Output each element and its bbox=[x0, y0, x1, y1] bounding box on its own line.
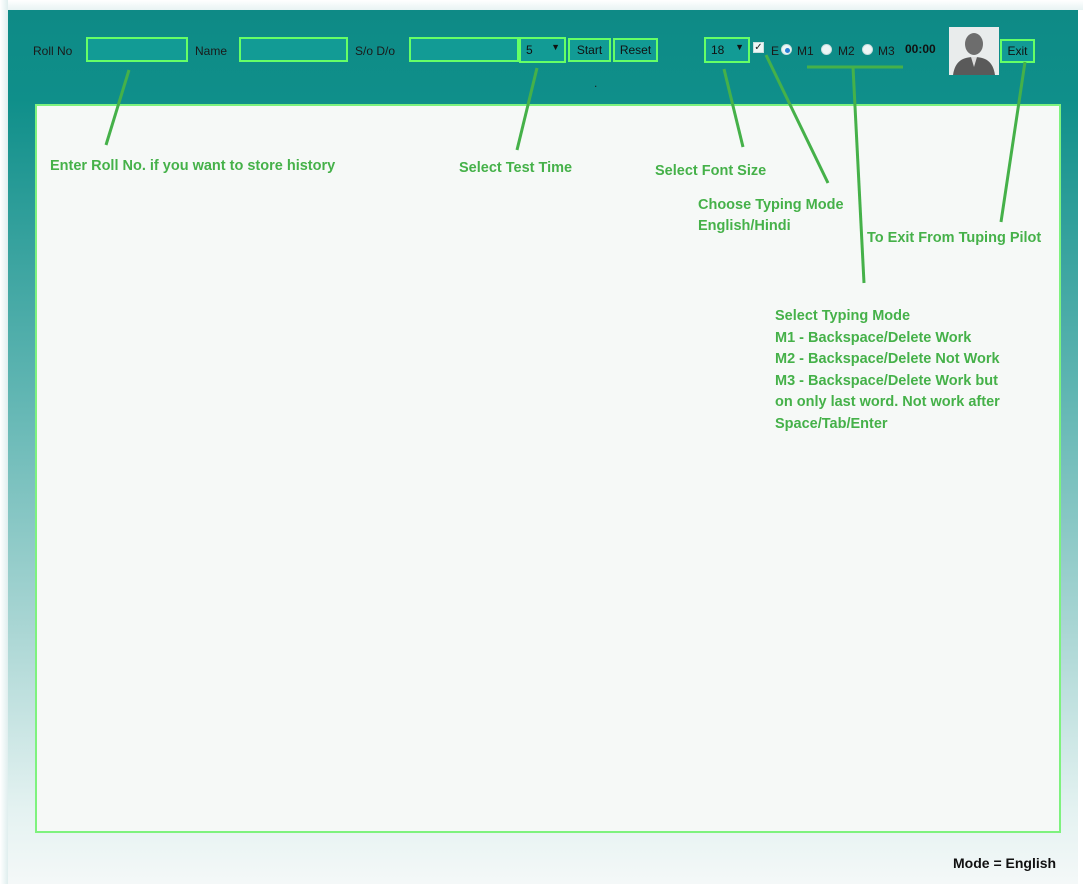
annotation-select-mode-line: Space/Tab/Enter bbox=[775, 415, 888, 432]
pointer-typing-mode bbox=[764, 54, 830, 184]
pointer-exit bbox=[999, 61, 1027, 223]
annotation-select-mode-line: Select Typing Mode bbox=[775, 308, 911, 324]
annotation-typing-mode-line2: English/Hindi bbox=[698, 218, 791, 234]
annotation-select-mode-line: on only last word. Not work after bbox=[775, 394, 1000, 410]
annotation-select-mode-line: M3 - Backspace/Delete Work but bbox=[775, 372, 998, 389]
annotation-pointers bbox=[104, 54, 1027, 284]
annotation-typing-mode-line1: Choose Typing Mode bbox=[698, 197, 844, 213]
annotation-select-mode-line: M2 - Backspace/Delete Not Work bbox=[775, 351, 1000, 367]
annotation-test-time: Select Test Time bbox=[459, 160, 573, 176]
pointer-test-time bbox=[515, 67, 539, 151]
annotation-exit: To Exit From Tuping Pilot bbox=[867, 230, 1042, 246]
annotation-select-mode-line: M1 - Backspace/Delete Work bbox=[775, 329, 972, 346]
mode-status: Mode = English bbox=[953, 855, 1057, 871]
pointer-font-size bbox=[722, 68, 745, 148]
annotation-font-size: Select Font Size bbox=[655, 163, 767, 179]
pointer-roll bbox=[104, 69, 131, 146]
pointer-select-mode bbox=[851, 66, 866, 284]
annotation-roll: Enter Roll No. if you want to store hist… bbox=[50, 158, 336, 174]
